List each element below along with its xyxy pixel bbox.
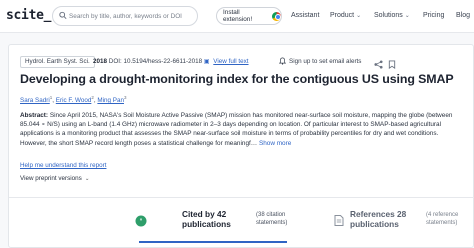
svg-text:": "	[139, 218, 142, 226]
nav-solutions-label: Solutions	[374, 12, 403, 19]
paper-meta: 2018 DOI: 10.5194/hess-22-6611-2018 ▣ Vi…	[93, 58, 249, 65]
chevron-down-icon: ⌄	[356, 13, 362, 19]
abstract-label: Abstract:	[20, 112, 49, 119]
document-icon	[334, 215, 344, 226]
doi: DOI: 10.5194/hess-22-6611-2018	[108, 58, 203, 65]
journal-badge[interactable]: Hydrol. Earth Syst. Sci.	[20, 56, 95, 68]
abstract: Abstract: Since April 2015, NASA's Soil …	[20, 111, 460, 148]
extension-button-label: Install extension!	[223, 9, 253, 23]
nav-blog[interactable]: Blog	[456, 12, 470, 19]
divider	[9, 197, 474, 198]
affiliation-number: 3	[123, 95, 127, 100]
nav-product-label: Product	[330, 12, 355, 19]
email-alert-label: Sign up to set email alerts	[289, 57, 362, 65]
tab-references[interactable]: References 28 publications (4 reference …	[334, 205, 474, 243]
chrome-icon	[272, 11, 281, 21]
publication-year: 2018	[93, 58, 108, 65]
chevron-down-icon: ⌄	[404, 13, 410, 19]
abstract-text: Since April 2015, NASA's Soil Moisture A…	[20, 112, 453, 147]
nav-solutions[interactable]: Solutions ⌄	[374, 12, 410, 19]
preprint-versions-label: View preprint versions	[20, 175, 82, 182]
nav-pricing[interactable]: Pricing	[423, 12, 444, 19]
search-icon	[59, 11, 67, 20]
nav-pricing-label: Pricing	[423, 12, 445, 19]
references-label: References 28 publications	[350, 209, 407, 229]
cited-by-label: Cited by 42 publications	[182, 209, 231, 229]
reference-statements-count: (4 reference statements)	[426, 212, 459, 226]
nav-product[interactable]: Product ⌄	[330, 12, 361, 19]
external-link-icon: ▣	[203, 59, 210, 65]
paper-title: Developing a drought-monitoring index fo…	[20, 72, 454, 86]
author-link[interactable]: Eric F. Wood	[56, 97, 92, 104]
search-box[interactable]	[52, 6, 198, 26]
share-icon[interactable]	[374, 56, 383, 69]
bookmark-icon[interactable]	[388, 56, 397, 69]
tab-cited-by[interactable]: " Cited by 42 publications (38 citation …	[135, 205, 287, 243]
scite-logo[interactable]: scite_	[6, 8, 51, 23]
quote-icon: "	[135, 215, 147, 227]
nav-assistant[interactable]: Assistant	[291, 12, 319, 19]
bell-icon	[279, 57, 286, 65]
search-input[interactable]	[69, 9, 195, 24]
email-alert-button[interactable]: Sign up to set email alerts	[279, 57, 361, 65]
paper-card: Hydrol. Earth Syst. Sci. 2018 DOI: 10.51…	[8, 44, 474, 248]
author-link[interactable]: Ming Pan	[97, 97, 124, 104]
preprint-versions-toggle[interactable]: View preprint versions ⌄	[20, 175, 89, 182]
install-extension-button[interactable]: Install extension!	[216, 7, 282, 25]
author-link[interactable]: Sara Sadri	[20, 97, 50, 104]
view-full-text-link[interactable]: View full text	[213, 58, 248, 65]
chevron-down-icon: ⌄	[84, 176, 90, 182]
help-understand-link[interactable]: Help me understand this report	[20, 162, 106, 169]
nav-assistant-label: Assistant	[291, 12, 320, 19]
citation-statements-count: (38 citation statements)	[256, 212, 288, 226]
author-list: Sara Sadri1, Eric F. Wood2, Ming Pan3	[20, 95, 127, 104]
top-navbar: scite_ Install extension! Assistant Prod…	[0, 0, 474, 33]
nav-blog-label: Blog	[456, 12, 471, 19]
show-more-link[interactable]: Show more	[259, 140, 291, 147]
paper-actions	[374, 56, 397, 69]
